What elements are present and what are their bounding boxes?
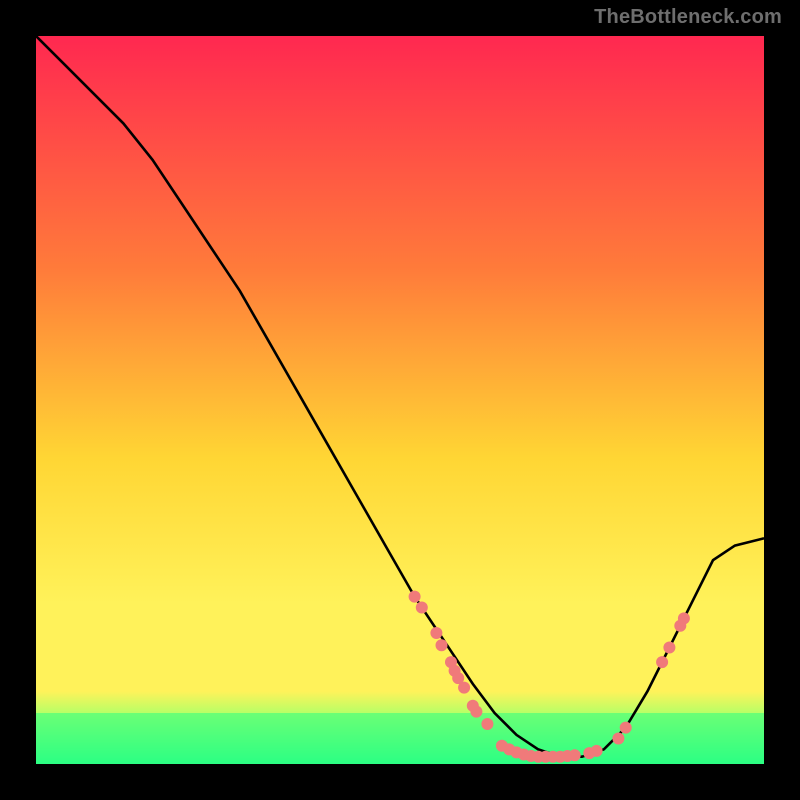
chart-canvas [36, 36, 764, 764]
data-point [620, 722, 632, 734]
data-point [436, 639, 448, 651]
plot-area [36, 36, 764, 764]
data-point [591, 745, 603, 757]
chart-frame: { "watermark": "TheBottleneck.com", "col… [0, 0, 800, 800]
data-point [430, 627, 442, 639]
data-point [678, 612, 690, 624]
watermark-text: TheBottleneck.com [594, 6, 782, 29]
data-point [481, 718, 493, 730]
data-point [656, 656, 668, 668]
data-point [663, 642, 675, 654]
data-point [470, 706, 482, 718]
green-band [36, 713, 764, 764]
data-point [458, 682, 470, 694]
data-point [612, 733, 624, 745]
data-point [409, 591, 421, 603]
data-point [569, 749, 581, 761]
data-point [416, 602, 428, 614]
gradient-background [36, 36, 764, 764]
